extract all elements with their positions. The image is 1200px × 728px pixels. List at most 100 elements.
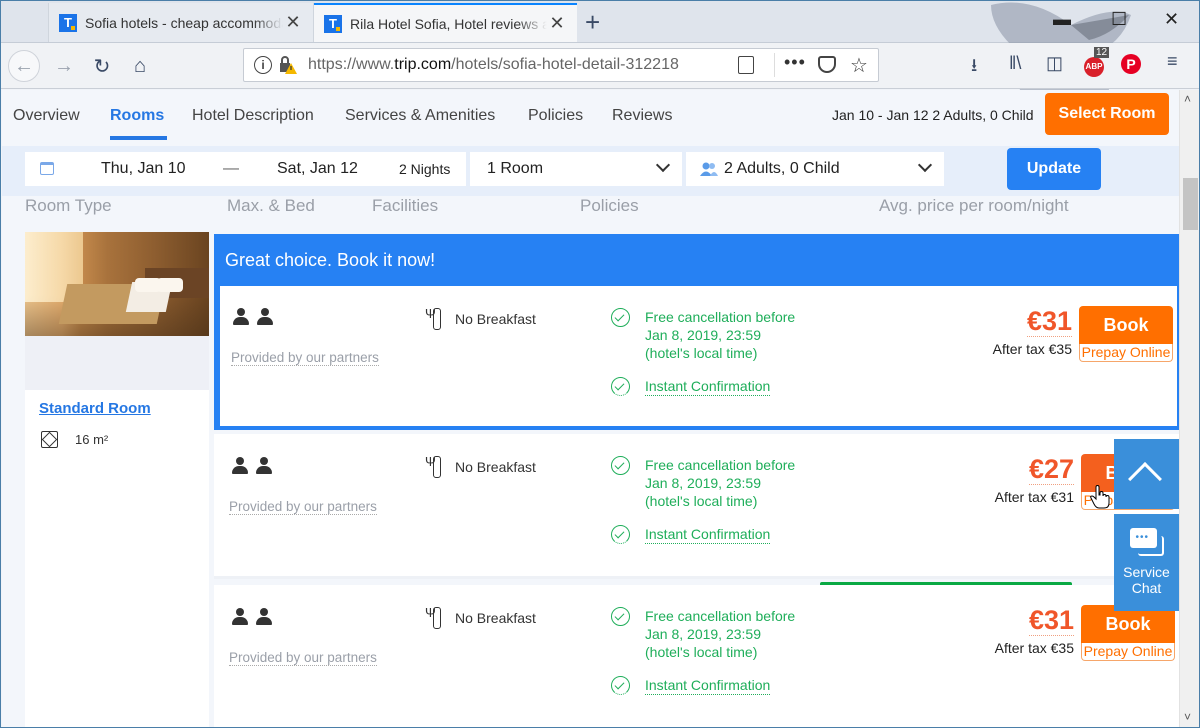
instant-confirmation-text[interactable]: Instant Confirmation [645, 676, 771, 695]
cancellation-text[interactable]: Free cancellation before Jan 8, 2019, 23:… [645, 607, 795, 661]
instant-confirmation-text[interactable]: Instant Confirmation [645, 377, 771, 396]
navigation-bar: ← → ↻ ⌂ i https://www.trip.com/hotels/so… [1, 43, 1199, 89]
scroll-up-icon[interactable]: ˄ [1184, 92, 1191, 106]
column-header: Room Type [25, 196, 112, 215]
adblock-badge: 12 [1094, 47, 1110, 58]
guests-icon [700, 162, 718, 176]
cutlery-icon [425, 306, 441, 330]
provider-text[interactable]: Provided by our partners [229, 650, 377, 666]
person-icon [231, 608, 249, 626]
page-scrollbar[interactable]: ˄ ˅ [1179, 90, 1199, 727]
cancellation-text[interactable]: Free cancellation before Jan 8, 2019, 23:… [645, 308, 795, 362]
sidebar-icon[interactable]: ◫ [1046, 53, 1063, 74]
scrollbar-thumb[interactable] [1183, 178, 1198, 230]
price-block: €31 After tax €35 [993, 306, 1072, 357]
chat-label-line1: Service [1123, 564, 1170, 580]
address-bar[interactable]: i https://www.trip.com/hotels/sofia-hote… [243, 48, 879, 82]
tab-overview[interactable]: Overview [13, 107, 80, 125]
divider [774, 53, 775, 77]
check-circle-icon [611, 456, 630, 475]
provider-text[interactable]: Provided by our partners [229, 499, 377, 515]
column-header: Avg. price per room/night [879, 196, 1069, 215]
price[interactable]: €31 [1026, 306, 1072, 337]
pocket-icon[interactable] [818, 56, 836, 73]
person-icon [255, 457, 273, 475]
select-room-button[interactable]: Select Room [1045, 93, 1169, 135]
room-photo[interactable] [25, 232, 209, 336]
offer-row: Provided by our partners No Breakfast Fr… [214, 434, 1179, 624]
tab-rooms[interactable]: Rooms [110, 107, 164, 125]
check-circle-icon [611, 607, 630, 626]
nights-count: 2 Nights [399, 161, 451, 177]
maximize-icon[interactable]: ☐ [1111, 9, 1127, 30]
back-icon[interactable]: ← [8, 50, 40, 82]
instant-confirmation-text[interactable]: Instant Confirmation [645, 525, 771, 544]
trip-favicon-icon: T [324, 14, 342, 33]
rooms-value: 1 Room [487, 160, 544, 177]
tab-policies[interactable]: Policies [528, 107, 583, 125]
forward-icon[interactable]: → [48, 50, 80, 82]
meal-info: No Breakfast [425, 454, 536, 478]
provider-text[interactable]: Provided by our partners [231, 350, 379, 366]
room-table-header: Room Type Max. & Bed Facilities Policies… [2, 196, 1179, 226]
tab-reviews[interactable]: Reviews [612, 107, 672, 125]
date-range-picker[interactable]: Thu, Jan 10 — Sat, Jan 12 2 Nights [25, 152, 466, 186]
info-icon[interactable]: i [254, 56, 272, 74]
book-button[interactable]: Book Prepay Online [1079, 306, 1173, 362]
adblock-icon[interactable]: ABP 12 [1084, 47, 1110, 77]
policy-info: Free cancellation before Jan 8, 2019, 23:… [611, 456, 811, 544]
update-button[interactable]: Update [1007, 148, 1101, 190]
room-name-link[interactable]: Standard Room [39, 400, 151, 417]
reload-icon[interactable]: ↻ [86, 50, 118, 82]
prepay-label: Prepay Online [1081, 643, 1175, 661]
price[interactable]: €31 [1028, 605, 1074, 636]
checkout-date[interactable]: Sat, Jan 12 [277, 160, 358, 178]
max-guests [232, 308, 274, 326]
tab-hotel-description[interactable]: Hotel Description [192, 107, 314, 125]
cancel-line: Jan 8, 2019, 23:59 [645, 475, 761, 491]
cancellation-text[interactable]: Free cancellation before Jan 8, 2019, 23:… [645, 456, 795, 510]
policy-info: Free cancellation before Jan 8, 2019, 23:… [611, 607, 811, 695]
after-tax-price: After tax €35 [992, 341, 1072, 357]
price[interactable]: €27 [1028, 454, 1074, 485]
rooms-select[interactable]: 1 Room [470, 152, 682, 186]
downloads-icon[interactable]: ⭳ [971, 53, 977, 83]
close-window-icon[interactable]: ✕ [1164, 9, 1179, 30]
checkin-date[interactable]: Thu, Jan 10 [101, 160, 186, 178]
column-header: Facilities [372, 196, 439, 215]
guests-select[interactable]: 2 Adults, 0 Child [686, 152, 944, 186]
library-icon[interactable]: ‖\ [1009, 53, 1021, 74]
more-icon[interactable]: ••• [784, 52, 806, 73]
search-bar: Thu, Jan 10 — Sat, Jan 12 2 Nights 1 Roo… [2, 146, 1179, 196]
scroll-down-icon[interactable]: ˅ [1184, 710, 1191, 724]
max-guests [231, 608, 273, 626]
tab-rila-hotel[interactable]: T Rila Hotel Sofia, Hotel reviews and ✕ [314, 3, 577, 42]
tab-title: Sofia hotels - cheap accommodation [85, 14, 283, 31]
service-chat-button[interactable]: ••• Service Chat [1114, 514, 1179, 611]
pinterest-icon[interactable]: P [1121, 53, 1141, 74]
after-tax-price: After tax €35 [994, 640, 1074, 656]
cancel-line: Jan 8, 2019, 23:59 [645, 327, 761, 343]
book-button[interactable]: Book Prepay Online [1081, 605, 1175, 661]
bookmark-star-icon[interactable]: ☆ [850, 53, 868, 78]
close-tab-icon[interactable]: ✕ [547, 13, 567, 34]
tab-services-amenities[interactable]: Services & Amenities [345, 107, 495, 125]
back-to-top-button[interactable] [1114, 439, 1179, 509]
tab-sofia-hotels[interactable]: T Sofia hotels - cheap accommodation ✕ [48, 3, 314, 42]
menu-icon[interactable]: ≡ [1167, 51, 1178, 72]
room-size-value: 16 m² [75, 432, 109, 447]
home-icon[interactable]: ⌂ [124, 50, 156, 82]
person-icon [232, 308, 250, 326]
new-tab-icon[interactable]: + [585, 7, 609, 38]
close-tab-icon[interactable]: ✕ [283, 12, 303, 33]
reader-view-icon[interactable] [738, 56, 754, 74]
offer-row: Provided by our partners No Breakfast Fr… [220, 286, 1177, 426]
meal-info: No Breakfast [425, 306, 536, 330]
cancel-line: Jan 8, 2019, 23:59 [645, 626, 761, 642]
active-tab-indicator [110, 136, 167, 140]
book-label[interactable]: Book [1079, 306, 1173, 344]
minimize-icon[interactable]: ▬ [1053, 9, 1071, 30]
meal-text: No Breakfast [455, 459, 536, 475]
insecure-lock-icon[interactable] [278, 55, 298, 75]
chat-label-line2: Chat [1131, 580, 1162, 596]
